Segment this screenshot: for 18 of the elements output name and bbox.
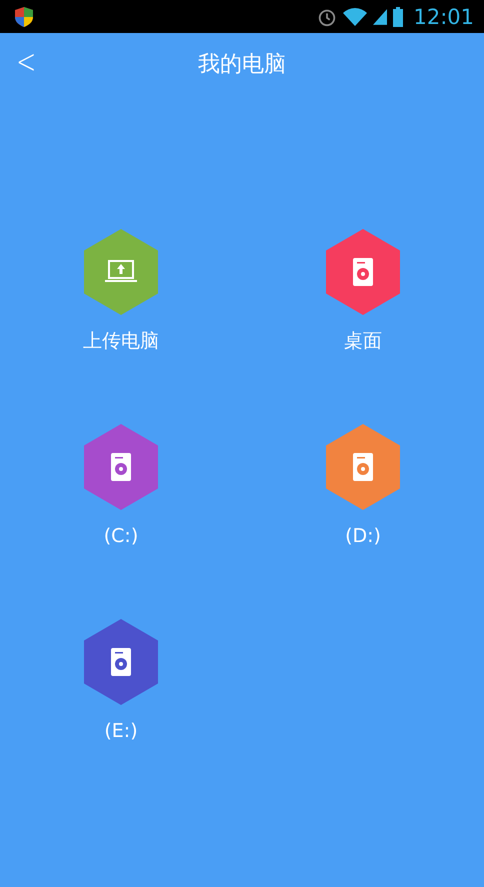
- battery-icon: [393, 6, 404, 26]
- drive-hexagon-icon[interactable]: [326, 229, 400, 315]
- signal-icon: [373, 8, 388, 26]
- item-label[interactable]: (C:): [104, 524, 138, 548]
- status-time: 12:01: [413, 4, 474, 28]
- item-label[interactable]: 桌面: [344, 329, 382, 353]
- page-title: 我的电脑: [198, 51, 286, 79]
- drive-hexagon-icon[interactable]: [84, 424, 158, 510]
- alarm-icon: [317, 6, 338, 26]
- item-label[interactable]: (D:): [345, 524, 381, 548]
- upload-hexagon-icon[interactable]: [84, 229, 158, 315]
- back-button[interactable]: <: [13, 45, 40, 79]
- shield-icon: [14, 6, 34, 28]
- drive-hexagon-icon[interactable]: [326, 424, 400, 510]
- drive-hexagon-icon[interactable]: [84, 619, 158, 705]
- item-label[interactable]: 上传电脑: [83, 329, 159, 353]
- wifi-icon: [343, 8, 368, 26]
- item-label[interactable]: (E:): [104, 719, 138, 743]
